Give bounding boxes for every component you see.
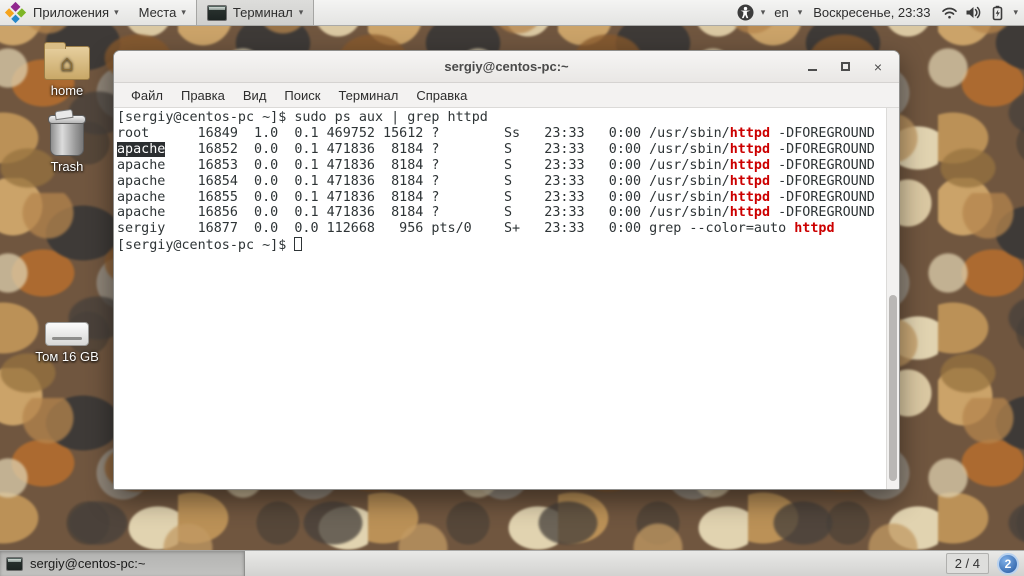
terminal-text-segment: sergiy 16877 0.0 0.0 112668 956 pts/0 S+… bbox=[117, 221, 795, 237]
terminal-line: apache 16853 0.0 0.1 471836 8184 ? S 23:… bbox=[117, 158, 885, 174]
terminal-text-segment: httpd bbox=[729, 189, 771, 205]
scrollbar-thumb[interactable] bbox=[889, 294, 897, 482]
terminal-window: sergiy@centos-pc:~ × Файл Правка Вид Поиск Т… bbox=[113, 50, 900, 490]
terminal-text-segment: apache 16856 0.0 0.1 471836 8184 ? S 23:… bbox=[117, 205, 730, 221]
terminal-cursor bbox=[294, 237, 303, 252]
bottom-panel: sergiy@centos-pc:~ 2 / 4 2 bbox=[0, 550, 1024, 576]
window-title: sergiy@centos-pc:~ bbox=[444, 59, 569, 74]
terminal-line: apache 16854 0.0 0.1 471836 8184 ? S 23:… bbox=[117, 174, 885, 190]
maximize-icon bbox=[840, 62, 850, 71]
terminal-line: root 16849 1.0 0.1 469752 15612 ? Ss 23:… bbox=[117, 126, 885, 142]
menubar-item[interactable]: Поиск bbox=[276, 85, 328, 106]
minimize-icon bbox=[807, 68, 817, 71]
titlebar[interactable]: sergiy@centos-pc:~ × bbox=[114, 51, 899, 83]
drive-icon bbox=[45, 322, 89, 346]
terminal-text-segment: -DFOREGROUND bbox=[770, 205, 875, 221]
terminal-line: sergiy 16877 0.0 0.0 112668 956 pts/0 S+… bbox=[117, 221, 885, 237]
close-button[interactable]: × bbox=[871, 59, 885, 75]
chevron-down-icon[interactable]: ▾ bbox=[761, 8, 766, 17]
places-menu-label: Места bbox=[138, 5, 177, 20]
terminal-content[interactable]: [sergiy@centos-pc ~]$ sudo ps aux | grep… bbox=[114, 108, 899, 489]
battery-icon[interactable] bbox=[989, 4, 1006, 21]
menubar: Файл Правка Вид Поиск Терминал Справка bbox=[114, 83, 899, 108]
desktop-icon-label: home bbox=[50, 83, 84, 98]
volume-icon[interactable] bbox=[965, 4, 982, 21]
scrollbar[interactable] bbox=[886, 108, 899, 489]
keyboard-layout-indicator[interactable]: en bbox=[772, 5, 790, 20]
chevron-down-icon[interactable]: ▾ bbox=[798, 8, 803, 17]
window-controls: × bbox=[805, 51, 885, 82]
terminal-text-segment: -DFOREGROUND bbox=[770, 189, 875, 205]
workspace-pager-badge[interactable]: 2 bbox=[997, 552, 1019, 575]
terminal-text-segment: httpd bbox=[729, 157, 771, 173]
terminal-text-segment: root 16849 1.0 0.1 469752 15612 ? Ss 23:… bbox=[117, 125, 730, 141]
active-app-label: Терминал bbox=[232, 5, 293, 20]
menubar-item[interactable]: Файл bbox=[123, 85, 171, 106]
terminal-text-segment: -DFOREGROUND bbox=[770, 173, 875, 189]
accessibility-icon[interactable] bbox=[737, 4, 754, 21]
desktop-icon-volume[interactable]: Том 16 GB bbox=[24, 316, 110, 364]
taskbar-item-label: sergiy@centos-pc:~ bbox=[30, 556, 146, 571]
taskbar-item-terminal[interactable]: sergiy@centos-pc:~ bbox=[0, 551, 245, 576]
terminal-text-segment: [sergiy@centos-pc ~]$ bbox=[117, 238, 295, 254]
terminal-text: [sergiy@centos-pc ~]$ sudo ps aux | grep… bbox=[117, 110, 885, 254]
terminal-text-segment: apache 16855 0.0 0.1 471836 8184 ? S 23:… bbox=[117, 189, 730, 205]
chevron-down-icon: ▾ bbox=[298, 7, 304, 17]
terminal-icon bbox=[206, 4, 227, 21]
terminal-icon bbox=[6, 556, 23, 571]
desktop-icon-label: Trash bbox=[50, 159, 84, 174]
desktop-icon-trash[interactable]: Trash bbox=[24, 115, 110, 174]
terminal-text-segment: httpd bbox=[729, 141, 771, 157]
menubar-item[interactable]: Справка bbox=[408, 85, 475, 106]
wifi-icon[interactable] bbox=[941, 4, 958, 21]
workspace-indicator[interactable]: 2 / 4 bbox=[945, 553, 989, 574]
terminal-text-segment: apache 16853 0.0 0.1 471836 8184 ? S 23:… bbox=[117, 157, 730, 173]
applications-menu-label: Приложения bbox=[33, 5, 110, 20]
desktop-icon-label: Том 16 GB bbox=[35, 349, 99, 364]
terminal-text-segment: httpd bbox=[729, 173, 771, 189]
terminal-text-segment: [sergiy@centos-pc ~]$ sudo ps aux | grep… bbox=[117, 110, 488, 125]
top-panel: Приложения ▾ Места ▾ Терминал ▾ ▾ en ▾ В… bbox=[0, 0, 1024, 26]
menubar-item[interactable]: Терминал bbox=[330, 85, 406, 106]
chevron-down-icon[interactable]: ▾ bbox=[1013, 8, 1018, 17]
home-folder-icon: ⌂ bbox=[44, 42, 90, 80]
terminal-text-segment: -DFOREGROUND bbox=[770, 141, 875, 157]
house-glyph: ⌂ bbox=[60, 50, 74, 75]
terminal-text-segment: 16852 0.0 0.1 471836 8184 ? S 23:33 0:00… bbox=[165, 141, 730, 157]
trash-icon bbox=[48, 115, 86, 156]
terminal-line: apache 16856 0.0 0.1 471836 8184 ? S 23:… bbox=[117, 205, 885, 221]
terminal-line: apache 16855 0.0 0.1 471836 8184 ? S 23:… bbox=[117, 190, 885, 206]
chevron-down-icon: ▾ bbox=[114, 7, 119, 17]
minimize-button[interactable] bbox=[805, 60, 819, 74]
chevron-down-icon: ▾ bbox=[181, 7, 186, 17]
places-menu[interactable]: Места ▾ bbox=[129, 0, 196, 25]
terminal-text-segment: httpd bbox=[729, 205, 771, 221]
menubar-item[interactable]: Вид bbox=[235, 85, 275, 106]
bottom-panel-right: 2 / 4 2 bbox=[945, 552, 1024, 575]
terminal-text-segment: -DFOREGROUND bbox=[770, 125, 875, 141]
terminal-line: [sergiy@centos-pc ~]$ bbox=[117, 237, 885, 254]
top-panel-left: Приложения ▾ Места ▾ Терминал ▾ bbox=[0, 0, 315, 25]
terminal-text-segment: -DFOREGROUND bbox=[770, 157, 875, 173]
top-panel-indicators: ▾ en ▾ Воскресенье, 23:33 ▾ bbox=[737, 0, 1024, 25]
terminal-text-segment: apache bbox=[117, 141, 166, 157]
terminal-line: apache 16852 0.0 0.1 471836 8184 ? S 23:… bbox=[117, 141, 885, 158]
desktop-screen: Приложения ▾ Места ▾ Терминал ▾ ▾ en ▾ В… bbox=[0, 0, 1024, 576]
applications-menu[interactable]: Приложения ▾ bbox=[23, 0, 129, 25]
terminal-text-segment: httpd bbox=[794, 221, 835, 237]
desktop-icon-home[interactable]: ⌂ home bbox=[24, 42, 110, 98]
terminal-text-segment: apache 16854 0.0 0.1 471836 8184 ? S 23:… bbox=[117, 173, 730, 189]
menubar-item[interactable]: Правка bbox=[173, 85, 233, 106]
active-app-menu[interactable]: Терминал ▾ bbox=[195, 0, 315, 25]
terminal-text-segment: httpd bbox=[729, 125, 771, 141]
maximize-button[interactable] bbox=[838, 60, 852, 74]
terminal-line: [sergiy@centos-pc ~]$ sudo ps aux | grep… bbox=[117, 110, 885, 126]
clock[interactable]: Воскресенье, 23:33 bbox=[809, 5, 934, 20]
